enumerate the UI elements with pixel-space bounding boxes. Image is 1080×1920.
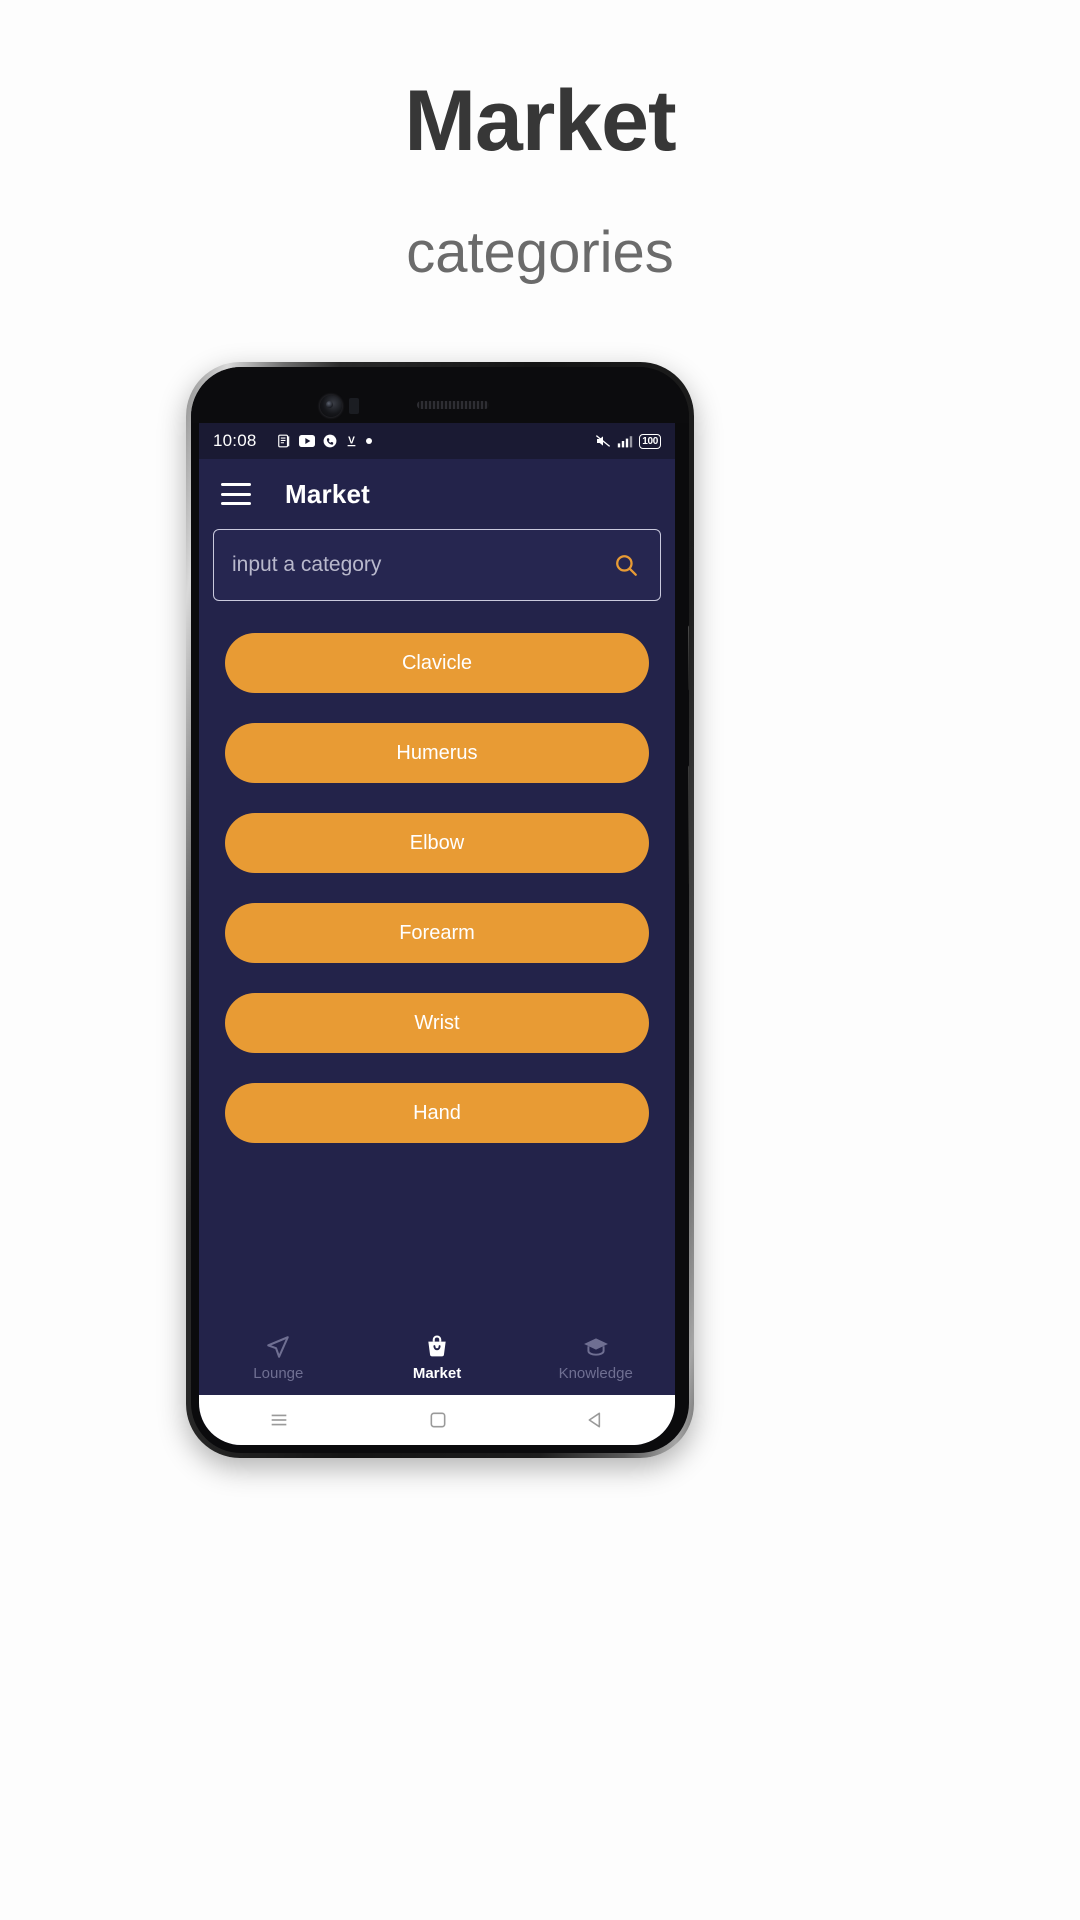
svg-text:V: V bbox=[348, 435, 355, 446]
category-button[interactable]: Hand bbox=[225, 1083, 649, 1143]
nav-item-market[interactable]: Market bbox=[358, 1334, 517, 1382]
basket-icon bbox=[424, 1334, 450, 1360]
phone-mockup: 10:08 V 100 Market input a category Clav… bbox=[186, 362, 694, 1458]
recents-icon[interactable] bbox=[268, 1409, 290, 1431]
status-bar: 10:08 V 100 bbox=[199, 423, 675, 459]
search-icon[interactable] bbox=[610, 549, 642, 581]
page-title: Market bbox=[404, 73, 676, 169]
mute-icon bbox=[595, 434, 611, 448]
front-camera-icon bbox=[320, 395, 342, 417]
call-icon bbox=[323, 434, 337, 448]
dot-icon bbox=[365, 438, 372, 444]
hamburger-icon[interactable] bbox=[221, 483, 251, 505]
phone-screen: 10:08 V 100 Market input a category Clav… bbox=[199, 423, 675, 1445]
power-button[interactable] bbox=[688, 765, 689, 885]
nav-label-market: Market bbox=[412, 1365, 462, 1382]
back-icon[interactable] bbox=[586, 1410, 606, 1430]
bottom-navigation: Lounge Market Knowledge bbox=[199, 1321, 675, 1395]
proximity-sensor-icon bbox=[349, 398, 359, 414]
signal-icon bbox=[617, 434, 633, 448]
status-right-group: 100 bbox=[595, 433, 661, 449]
search-placeholder: input a category bbox=[232, 553, 382, 576]
category-button[interactable]: Wrist bbox=[225, 993, 649, 1053]
earpiece-speaker bbox=[417, 401, 489, 409]
search-section: input a category bbox=[199, 529, 675, 601]
category-button[interactable]: Elbow bbox=[225, 813, 649, 873]
phone-body: 10:08 V 100 Market input a category Clav… bbox=[191, 367, 689, 1453]
promo-page: Market categories 10:08 V 100 Market inp… bbox=[0, 0, 1080, 1920]
nav-label-knowledge: Knowledge bbox=[558, 1365, 633, 1382]
category-button[interactable]: Clavicle bbox=[225, 633, 649, 693]
graduation-cap-icon bbox=[583, 1334, 609, 1360]
battery-icon: 100 bbox=[639, 433, 661, 449]
search-input[interactable]: input a category bbox=[213, 529, 661, 601]
app-bar-title: Market bbox=[285, 478, 371, 509]
android-system-nav bbox=[199, 1395, 675, 1445]
status-time: 10:08 bbox=[213, 431, 257, 450]
nav-item-lounge[interactable]: Lounge bbox=[199, 1334, 358, 1382]
home-icon[interactable] bbox=[428, 1410, 448, 1430]
page-subtitle: categories bbox=[406, 220, 674, 285]
nav-label-lounge: Lounge bbox=[253, 1365, 304, 1382]
category-button[interactable]: Humerus bbox=[225, 723, 649, 783]
app-bar: Market bbox=[199, 459, 675, 529]
document-icon bbox=[277, 434, 291, 448]
category-button[interactable]: Forearm bbox=[225, 903, 649, 963]
nav-item-knowledge[interactable]: Knowledge bbox=[516, 1334, 675, 1382]
phone-top-bezel bbox=[191, 367, 689, 423]
status-left-group: 10:08 V bbox=[213, 431, 595, 451]
v-app-icon: V bbox=[345, 434, 358, 448]
volume-button[interactable] bbox=[688, 625, 689, 691]
youtube-icon bbox=[298, 435, 315, 447]
category-list: Clavicle Humerus Elbow Forearm Wrist Han… bbox=[199, 601, 675, 1321]
send-icon bbox=[265, 1334, 291, 1360]
